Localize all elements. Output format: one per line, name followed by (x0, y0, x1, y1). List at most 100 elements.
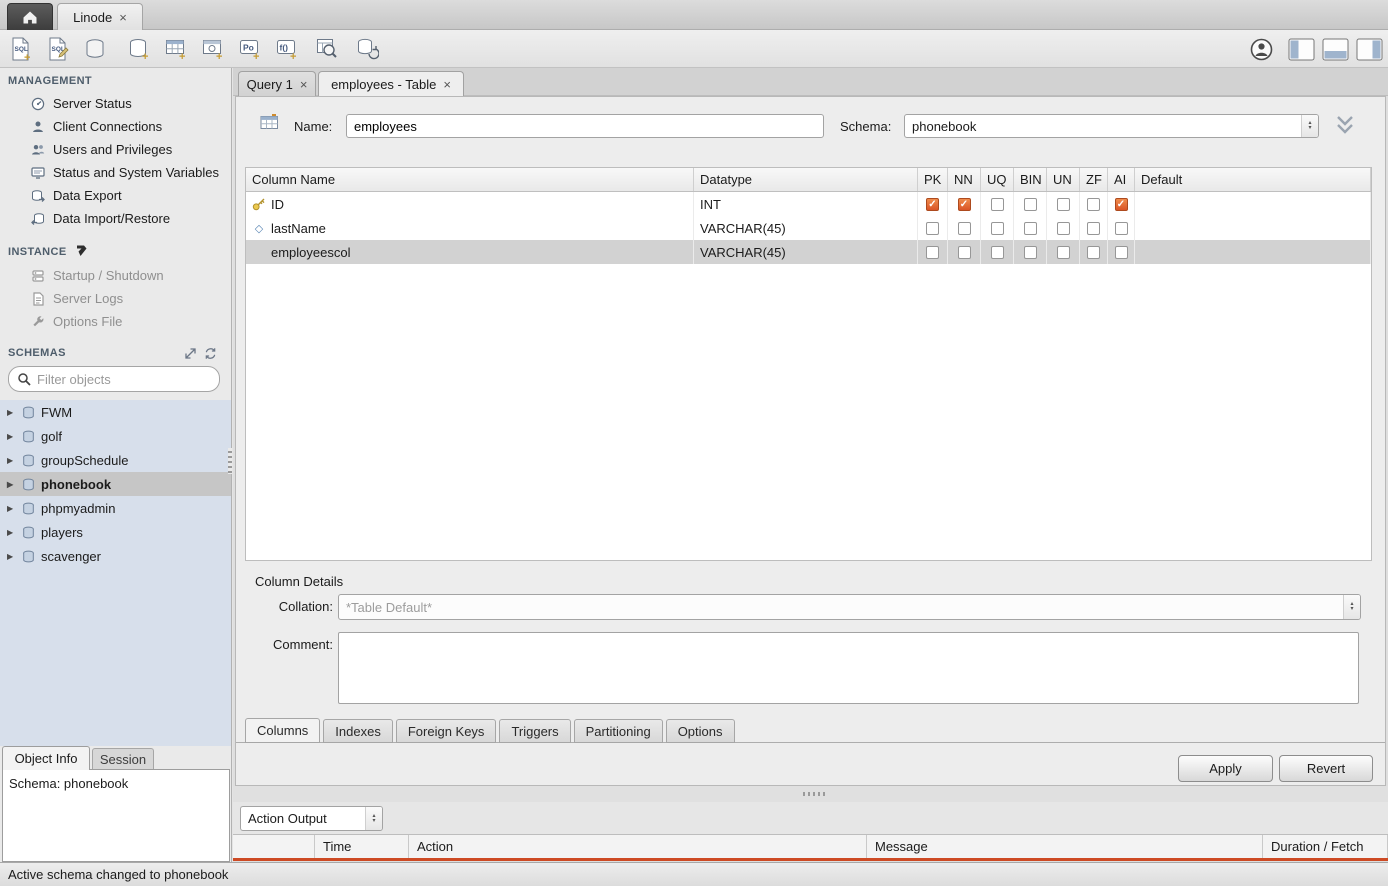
connection-status-icon[interactable] (1246, 34, 1276, 64)
tab-columns[interactable]: Columns (245, 718, 320, 743)
apply-button[interactable]: Apply (1178, 755, 1273, 782)
column-datatype[interactable]: VARCHAR(45) (694, 240, 918, 264)
create-schema-icon[interactable]: + (124, 34, 154, 64)
checkbox-zf[interactable] (1087, 222, 1100, 235)
expander-icon[interactable]: ▶ (7, 528, 16, 537)
checkbox-ai[interactable] (1115, 246, 1128, 259)
checkbox-un[interactable] (1057, 198, 1070, 211)
checkbox-zf[interactable] (1087, 246, 1100, 259)
table-name-input[interactable] (346, 114, 824, 138)
checkbox-pk[interactable] (926, 198, 939, 211)
header-uq[interactable]: UQ (981, 168, 1014, 191)
output-splitter[interactable] (233, 786, 1388, 802)
collation-select[interactable]: *Table Default* ▴▾ (338, 594, 1361, 620)
expander-icon[interactable]: ▶ (7, 504, 16, 513)
reconnect-dbms-icon[interactable] (352, 34, 382, 64)
output-header-message[interactable]: Message (867, 835, 1263, 858)
sidebar-item-startup-shutdown[interactable]: Startup / Shutdown (0, 264, 232, 287)
create-view-icon[interactable]: + (198, 34, 228, 64)
create-function-icon[interactable]: f()+ (272, 34, 302, 64)
splitter-grip-icon[interactable] (803, 792, 825, 796)
column-default[interactable] (1135, 192, 1371, 216)
checkbox-nn[interactable] (958, 246, 971, 259)
schema-select[interactable]: phonebook ▴▾ (904, 114, 1319, 138)
tab-close-icon[interactable]: × (300, 78, 308, 91)
column-row-id[interactable]: ID INT (246, 192, 1371, 216)
schema-item-players[interactable]: ▶ players (0, 520, 231, 544)
column-default[interactable] (1135, 216, 1371, 240)
collapse-header-icon[interactable] (1332, 113, 1358, 137)
stepper-icon[interactable]: ▴▾ (1301, 115, 1318, 137)
checkbox-bin[interactable] (1024, 222, 1037, 235)
checkbox-ai[interactable] (1115, 222, 1128, 235)
sidebar-item-server-logs[interactable]: Server Logs (0, 287, 232, 310)
tab-employees-table[interactable]: employees - Table × (318, 71, 464, 96)
tab-query-1[interactable]: Query 1 × (238, 71, 316, 96)
header-zf[interactable]: ZF (1080, 168, 1108, 191)
expand-schemas-icon[interactable] (184, 347, 197, 360)
tab-session[interactable]: Session (92, 748, 154, 770)
column-datatype[interactable]: VARCHAR(45) (694, 216, 918, 240)
sidebar-splitter[interactable] (228, 448, 232, 474)
header-un[interactable]: UN (1047, 168, 1080, 191)
sidebar-item-data-import[interactable]: Data Import/Restore (0, 207, 232, 230)
revert-button[interactable]: Revert (1279, 755, 1373, 782)
comment-textarea[interactable] (338, 632, 1359, 704)
checkbox-nn[interactable] (958, 198, 971, 211)
output-header-time[interactable]: Time (315, 835, 409, 858)
schema-item-phpmyadmin[interactable]: ▶ phpmyadmin (0, 496, 231, 520)
tab-partitioning[interactable]: Partitioning (574, 719, 663, 743)
schema-item-groupschedule[interactable]: ▶ groupSchedule (0, 448, 231, 472)
tab-close-icon[interactable]: × (443, 78, 451, 91)
toggle-bottom-panel-icon[interactable] (1320, 34, 1350, 64)
schema-item-golf[interactable]: ▶ golf (0, 424, 231, 448)
tab-options[interactable]: Options (666, 719, 735, 743)
checkbox-uq[interactable] (991, 198, 1004, 211)
tab-foreign-keys[interactable]: Foreign Keys (396, 719, 497, 743)
header-default[interactable]: Default (1135, 168, 1371, 191)
checkbox-pk[interactable] (926, 246, 939, 259)
header-bin[interactable]: BIN (1014, 168, 1047, 191)
output-header-duration[interactable]: Duration / Fetch (1263, 835, 1388, 858)
header-nn[interactable]: NN (948, 168, 981, 191)
checkbox-uq[interactable] (991, 222, 1004, 235)
stepper-icon[interactable]: ▴▾ (1343, 595, 1360, 619)
checkbox-nn[interactable] (958, 222, 971, 235)
output-header-action[interactable]: Action (409, 835, 867, 858)
checkbox-uq[interactable] (991, 246, 1004, 259)
checkbox-bin[interactable] (1024, 246, 1037, 259)
checkbox-ai[interactable] (1115, 198, 1128, 211)
create-table-icon[interactable]: + (161, 34, 191, 64)
sidebar-item-options-file[interactable]: Options File (0, 310, 232, 333)
home-tab[interactable] (7, 3, 53, 30)
schema-filter-input[interactable]: Filter objects (8, 366, 220, 392)
column-datatype[interactable]: INT (694, 192, 918, 216)
checkbox-zf[interactable] (1087, 198, 1100, 211)
expander-icon[interactable]: ▶ (7, 480, 16, 489)
connection-tab[interactable]: Linode × (57, 3, 143, 30)
sidebar-item-client-connections[interactable]: Client Connections (0, 115, 232, 138)
expander-icon[interactable]: ▶ (7, 456, 16, 465)
column-default[interactable] (1135, 240, 1371, 264)
checkbox-bin[interactable] (1024, 198, 1037, 211)
header-ai[interactable]: AI (1108, 168, 1135, 191)
column-row-employeescol[interactable]: employeescol VARCHAR(45) (246, 240, 1371, 264)
search-table-data-icon[interactable] (312, 34, 342, 64)
schema-item-scavenger[interactable]: ▶ scavenger (0, 544, 231, 568)
sidebar-item-data-export[interactable]: Data Export (0, 184, 232, 207)
sidebar-item-server-status[interactable]: Server Status (0, 92, 232, 115)
new-query-tab-icon[interactable]: SQL+ (6, 34, 36, 64)
expander-icon[interactable]: ▶ (7, 432, 16, 441)
tab-triggers[interactable]: Triggers (499, 719, 570, 743)
header-datatype[interactable]: Datatype (694, 168, 918, 191)
toggle-right-panel-icon[interactable] (1354, 34, 1384, 64)
checkbox-un[interactable] (1057, 246, 1070, 259)
create-procedure-icon[interactable]: Po+ (235, 34, 265, 64)
expander-icon[interactable]: ▶ (7, 552, 16, 561)
checkbox-pk[interactable] (926, 222, 939, 235)
tab-indexes[interactable]: Indexes (323, 719, 393, 743)
refresh-schemas-icon[interactable] (204, 347, 217, 360)
open-sql-script-icon[interactable] (80, 34, 110, 64)
tab-object-info[interactable]: Object Info (2, 746, 90, 770)
sidebar-item-status-system-variables[interactable]: Status and System Variables (0, 161, 232, 184)
